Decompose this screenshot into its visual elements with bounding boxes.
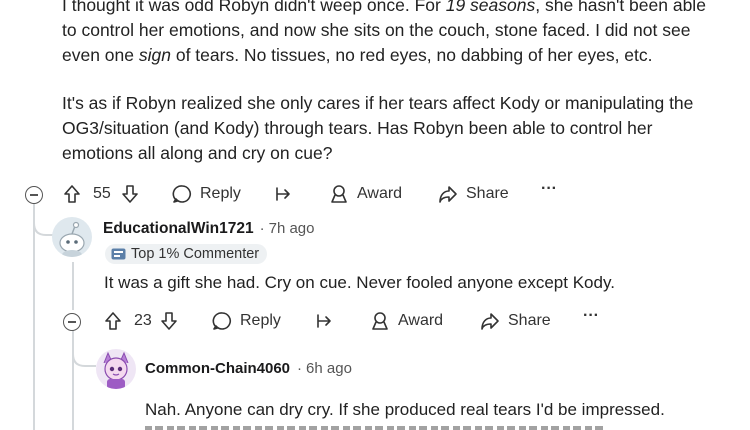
reply-button[interactable]: Reply xyxy=(212,311,281,331)
share-icon xyxy=(438,184,458,204)
text-run: to control her emotions, and now she sit… xyxy=(62,20,691,40)
more-options-button[interactable]: ··· xyxy=(583,307,599,325)
comment-text-cutoff xyxy=(145,424,615,430)
award-icon xyxy=(329,184,349,204)
vote-count: 55 xyxy=(93,185,111,202)
share-button[interactable]: Share xyxy=(480,311,551,331)
post-text-line-4: It's as if Robyn realized she only cares… xyxy=(62,93,694,113)
separator-dot: · xyxy=(297,360,303,377)
comment-vote-bar: 23 xyxy=(104,311,178,331)
comment-username[interactable]: Common-Chain4060 xyxy=(145,360,290,377)
collapse-comment-button[interactable] xyxy=(63,313,81,331)
post-text-line-6: emotions all along and cry on cue? xyxy=(62,143,333,163)
more-options-button[interactable]: ··· xyxy=(541,180,557,198)
comment-icon xyxy=(212,311,232,331)
crosspost-icon xyxy=(273,184,295,204)
text-run: even one xyxy=(62,45,139,65)
comment-header: EducationalWin1721 · 7h ago xyxy=(103,220,315,238)
comment-timestamp[interactable]: 7h ago xyxy=(269,220,315,237)
upvote-icon[interactable] xyxy=(104,311,122,331)
post-text-line-5: OG3/situation (and Kody) through tears. … xyxy=(62,118,653,138)
crosspost-icon xyxy=(314,311,336,331)
text-run: of tears. No tissues, no red eyes, no da… xyxy=(170,45,653,65)
award-label: Award xyxy=(398,312,444,329)
comment-username[interactable]: EducationalWin1721 xyxy=(103,220,254,238)
reply-label: Reply xyxy=(240,312,281,329)
comment-text: It was a gift she had. Cry on cue. Never… xyxy=(104,273,615,292)
avatar[interactable] xyxy=(52,217,92,257)
downvote-icon[interactable] xyxy=(160,311,178,331)
separator-dot: · xyxy=(259,220,265,237)
post-vote-bar: 55 xyxy=(63,184,139,204)
crosspost-button[interactable] xyxy=(273,184,295,204)
award-button[interactable]: Award xyxy=(370,311,443,331)
status-badge: Top 1% Commenter xyxy=(105,244,268,264)
downvote-icon[interactable] xyxy=(121,184,139,204)
italic-text: 19 seasons xyxy=(445,0,536,15)
share-label: Share xyxy=(508,312,551,329)
post-text-line-1: I thought it was odd Robyn didn't weep o… xyxy=(62,0,706,17)
commenter-badge-icon xyxy=(111,248,126,260)
reply-button[interactable]: Reply xyxy=(172,184,241,204)
custom-avatar-icon xyxy=(103,351,129,389)
post-text-line-3: even one sign of tears. No tissues, no r… xyxy=(62,44,653,67)
thread-line-comment1[interactable] xyxy=(72,262,74,310)
italic-text: sign xyxy=(138,45,171,65)
snoo-avatar-icon xyxy=(59,221,85,257)
comment-timestamp[interactable]: 6h ago xyxy=(306,360,352,377)
share-button[interactable]: Share xyxy=(438,184,509,204)
avatar[interactable] xyxy=(96,349,136,389)
vote-count: 23 xyxy=(134,312,152,329)
share-label: Share xyxy=(466,185,509,202)
comment-text: Nah. Anyone can dry cry. If she produced… xyxy=(145,400,665,419)
comment-icon xyxy=(172,184,192,204)
award-label: Award xyxy=(357,185,403,202)
badge-label: Top 1% Commenter xyxy=(131,246,260,262)
award-icon xyxy=(370,311,390,331)
collapse-thread-button[interactable] xyxy=(25,186,43,204)
comment-header: Common-Chain4060 · 6h ago xyxy=(145,360,352,377)
upvote-icon[interactable] xyxy=(63,184,81,204)
text-run: I thought it was odd Robyn didn't weep o… xyxy=(62,0,446,15)
reply-label: Reply xyxy=(200,185,241,202)
share-icon xyxy=(480,311,500,331)
post-text-line-2: to control her emotions, and now she sit… xyxy=(62,19,690,42)
award-button[interactable]: Award xyxy=(329,184,402,204)
text-run: , she hasn't been able xyxy=(535,0,706,15)
crosspost-button[interactable] xyxy=(314,311,336,331)
